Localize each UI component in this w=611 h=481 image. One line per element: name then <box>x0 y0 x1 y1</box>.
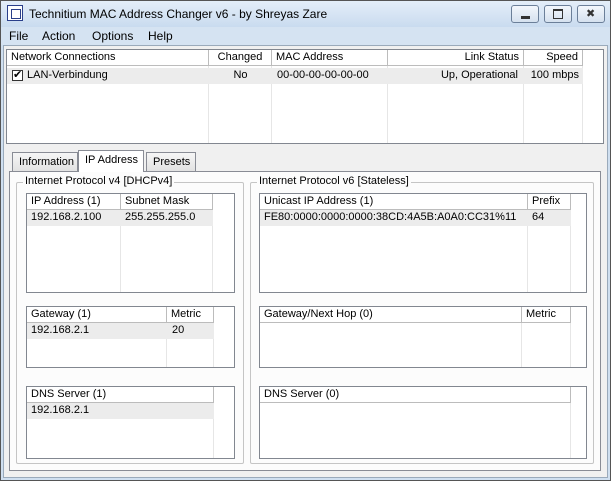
connections-list[interactable]: Network Connections Changed MAC Address … <box>6 49 604 144</box>
ipv4-ip: 192.168.2.100 <box>31 211 102 223</box>
ipv6-ip: FE80:0000:0000:0000:38CD:4A5B:A0A0:CC31%… <box>264 211 517 223</box>
col-changed[interactable]: Changed <box>209 50 272 66</box>
connection-mac: 00-00-00-00-00-00 <box>277 69 369 81</box>
ipv4-address-list[interactable]: IP Address (1) Subnet Mask 192.168.2.100… <box>26 193 235 293</box>
connection-checkbox[interactable] <box>12 68 23 82</box>
ipv6-address-list[interactable]: Unicast IP Address (1) Prefix FE80:0000:… <box>259 193 587 293</box>
ipv4-mask: 255.255.255.0 <box>125 211 196 223</box>
ipv6-prefix: 64 <box>532 211 545 223</box>
maximize-button[interactable] <box>544 5 572 23</box>
col-ip-address[interactable]: IP Address (1) <box>27 194 121 210</box>
menu-help[interactable]: Help <box>148 29 173 43</box>
col-subnet-mask[interactable]: Subnet Mask <box>121 194 213 210</box>
app-icon[interactable] <box>7 5 23 21</box>
ipv4-dns-row[interactable]: 192.168.2.1 <box>27 403 214 419</box>
tab-information[interactable]: Information <box>12 152 78 171</box>
ipv4-group: Internet Protocol v4 [DHCPv4] IP Address… <box>16 175 244 464</box>
window-title: Technitium MAC Address Changer v6 - by S… <box>29 7 328 21</box>
close-button[interactable] <box>577 5 605 23</box>
col-ipv6-metric[interactable]: Metric <box>522 307 571 323</box>
ipv6-address-row[interactable]: FE80:0000:0000:0000:38CD:4A5B:A0A0:CC31%… <box>260 210 571 226</box>
tab-presets[interactable]: Presets <box>146 152 196 171</box>
ipv4-group-title: Internet Protocol v4 [DHCPv4] <box>23 175 175 187</box>
menu-bar: File Action Options Help <box>1 27 610 45</box>
col-metric[interactable]: Metric <box>167 307 214 323</box>
ipv6-gateway-list[interactable]: Gateway/Next Hop (0) Metric <box>259 306 587 368</box>
ipv4-gateway-row[interactable]: 192.168.2.1 20 <box>27 323 214 339</box>
ip-address-panel: Internet Protocol v4 [DHCPv4] IP Address… <box>9 171 601 471</box>
ipv6-group: Internet Protocol v6 [Stateless] Unicast… <box>250 175 594 464</box>
col-link-status[interactable]: Link Status <box>388 50 524 66</box>
menu-options[interactable]: Options <box>92 29 133 43</box>
ipv4-gateway-metric: 20 <box>172 324 185 336</box>
ipv4-dns-list[interactable]: DNS Server (1) 192.168.2.1 <box>26 386 235 459</box>
col-mac-address[interactable]: MAC Address <box>272 50 388 66</box>
ipv6-group-title: Internet Protocol v6 [Stateless] <box>257 175 411 187</box>
client-area: Network Connections Changed MAC Address … <box>3 45 608 478</box>
title-bar[interactable]: Technitium MAC Address Changer v6 - by S… <box>1 1 610 27</box>
main-window: Technitium MAC Address Changer v6 - by S… <box>0 0 611 481</box>
ipv4-gateway-list[interactable]: Gateway (1) Metric 192.168.2.1 20 <box>26 306 235 368</box>
col-gateway-next-hop[interactable]: Gateway/Next Hop (0) <box>260 307 522 323</box>
col-speed[interactable]: Speed <box>524 50 583 66</box>
ipv4-gateway: 192.168.2.1 <box>31 324 90 336</box>
col-dns-server[interactable]: DNS Server (1) <box>27 387 214 403</box>
col-gateway[interactable]: Gateway (1) <box>27 307 167 323</box>
ipv4-dns: 192.168.2.1 <box>31 404 90 416</box>
col-ipv6-dns-server[interactable]: DNS Server (0) <box>260 387 571 403</box>
ipv4-address-row[interactable]: 192.168.2.100 255.255.255.0 <box>27 210 213 226</box>
menu-action[interactable]: Action <box>42 29 75 43</box>
connection-link-status: Up, Operational <box>440 69 518 81</box>
menu-file[interactable]: File <box>9 29 28 43</box>
connection-name: LAN-Verbindung <box>27 69 108 81</box>
col-unicast-ip[interactable]: Unicast IP Address (1) <box>260 194 528 210</box>
tab-ip-address[interactable]: IP Address <box>78 150 144 172</box>
col-prefix[interactable]: Prefix <box>528 194 571 210</box>
connection-speed: 100 mbps <box>530 69 579 81</box>
col-network-connections[interactable]: Network Connections <box>7 50 209 66</box>
connection-changed: No <box>233 69 248 81</box>
ipv6-dns-list[interactable]: DNS Server (0) <box>259 386 587 459</box>
minimize-button[interactable] <box>511 5 539 23</box>
connection-row[interactable]: LAN-Verbindung No 00-00-00-00-00-00 Up, … <box>7 68 583 84</box>
